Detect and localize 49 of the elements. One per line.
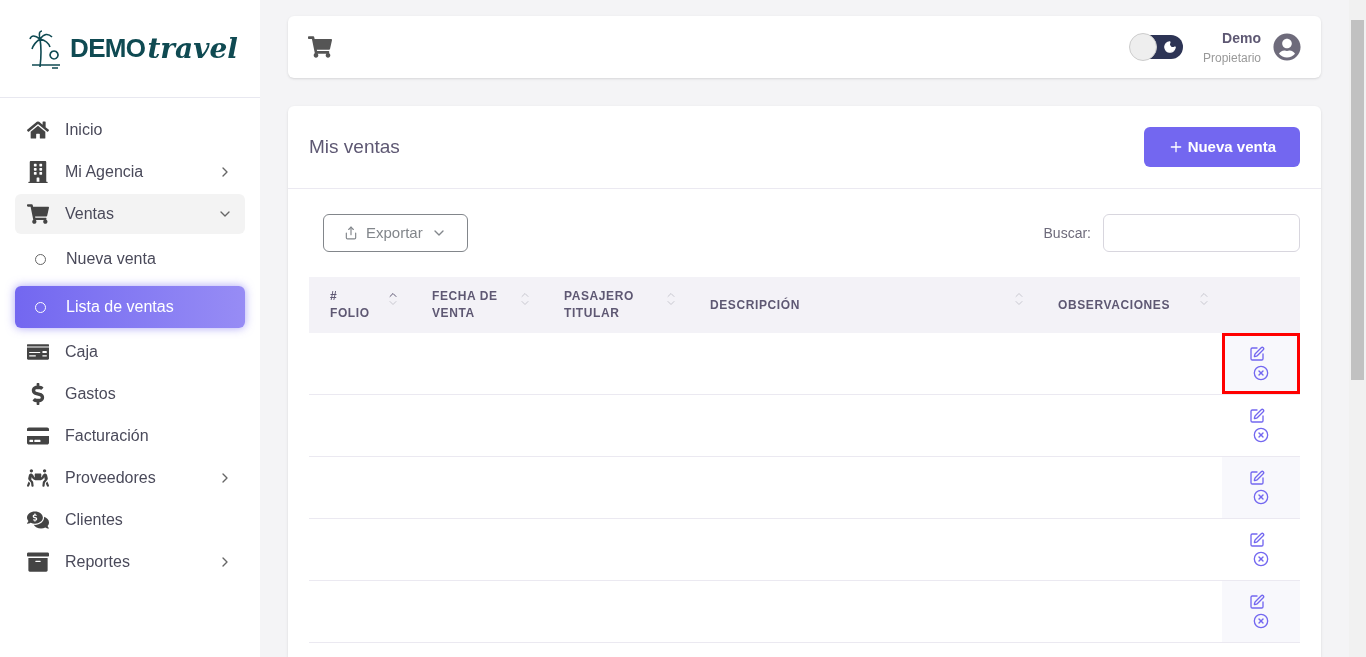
user-role: Propietario <box>1202 49 1261 67</box>
theme-toggle[interactable] <box>1130 35 1183 59</box>
delete-icon[interactable] <box>1253 365 1269 381</box>
sidebar-item[interactable]: Gastos <box>15 374 245 414</box>
new-sale-button[interactable]: Nueva venta <box>1143 127 1300 167</box>
user-name: Demo <box>1222 28 1261 48</box>
scrollbar[interactable] <box>1349 0 1366 657</box>
edit-icon[interactable] <box>1249 594 1265 610</box>
edit-icon[interactable] <box>1249 346 1265 362</box>
cart-icon[interactable] <box>308 36 332 58</box>
delete-icon[interactable] <box>1253 551 1269 567</box>
column-header: FECHA DE VENTA <box>432 288 499 322</box>
edit-icon[interactable] <box>1249 408 1265 424</box>
edit-icon[interactable] <box>1249 470 1265 486</box>
sidebar-item[interactable]: Ventas <box>15 194 245 234</box>
logo-brand: DEMO <box>70 32 146 65</box>
delete-icon[interactable] <box>1253 489 1269 505</box>
building-icon <box>27 161 49 183</box>
people-carrying-icon <box>27 467 49 489</box>
card-title: Mis ventas <box>309 134 400 159</box>
search-label: Buscar: <box>1043 223 1091 243</box>
avatar-icon[interactable] <box>1273 33 1301 61</box>
delete-icon[interactable] <box>1253 427 1269 443</box>
logo-tagline: travel <box>147 30 238 67</box>
search-field[interactable] <box>1103 214 1300 252</box>
moon-icon <box>1162 40 1177 54</box>
sidebar-subitem[interactable]: Nueva venta <box>15 238 245 280</box>
column-header: DESCRIPCIÓN <box>710 296 801 314</box>
sidebar-item[interactable]: Caja <box>15 332 245 372</box>
sidebar-item[interactable]: Mi Agencia <box>15 152 245 192</box>
sidebar-item[interactable]: Facturación <box>15 416 245 456</box>
credit-card-icon <box>27 425 49 447</box>
sidebar-item[interactable]: Reportes <box>15 542 245 582</box>
column-header: PASAJERO TITULAR <box>564 288 635 322</box>
sidebar-item[interactable]: Inicio <box>15 110 245 150</box>
sidebar-subitem[interactable]: Lista de ventas <box>15 286 245 328</box>
share-icon <box>344 226 358 240</box>
sidebar-item[interactable]: Proveedores <box>15 458 245 498</box>
column-header: # FOLIO <box>330 288 371 322</box>
cash-icon <box>27 341 49 363</box>
column-header: OBSERVACIONES <box>1058 296 1172 314</box>
cart-icon <box>27 203 49 225</box>
archive-box-icon <box>27 551 49 573</box>
home-icon <box>27 119 49 141</box>
sidebar-item[interactable]: Clientes <box>15 500 245 540</box>
export-button[interactable]: Exportar <box>323 214 468 252</box>
edit-icon[interactable] <box>1249 532 1265 548</box>
chat-dollar-icon <box>27 509 49 531</box>
delete-icon[interactable] <box>1253 613 1269 629</box>
